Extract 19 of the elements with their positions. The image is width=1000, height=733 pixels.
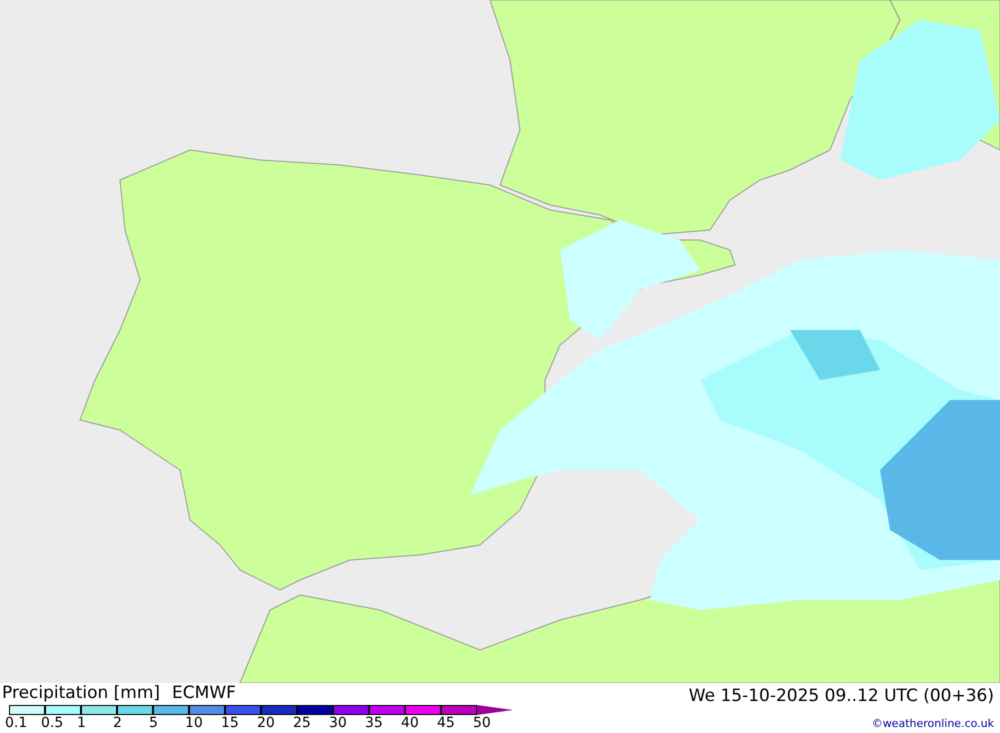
- legend-tick-label: 15: [221, 715, 239, 731]
- legend-tick-label: 2: [113, 715, 122, 731]
- legend-tick-label: 45: [437, 715, 455, 731]
- legend-tick-label: 20: [257, 715, 275, 731]
- legend-tick-label: 1: [77, 715, 86, 731]
- legend-tick-label: 10: [185, 715, 203, 731]
- legend-tick-label: 5: [149, 715, 158, 731]
- legend-tick-label: 0.5: [41, 715, 64, 731]
- legend-tick-label: 0.1: [5, 715, 28, 731]
- legend-tick-label: 30: [329, 715, 347, 731]
- valid-time: We 15-10-2025 09..12 UTC (00+36): [688, 686, 994, 706]
- credit-link[interactable]: ©weatheronline.co.uk: [872, 716, 994, 732]
- legend-arrow-icon: [477, 705, 513, 715]
- model-name: ECMWF: [172, 683, 236, 703]
- legend-tick-label: 40: [401, 715, 419, 731]
- legend-tick-label: 50: [473, 715, 491, 731]
- legend-tick-label: 35: [365, 715, 383, 731]
- map-title: Precipitation [mm]: [2, 683, 160, 703]
- legend-tick-label: 25: [293, 715, 311, 731]
